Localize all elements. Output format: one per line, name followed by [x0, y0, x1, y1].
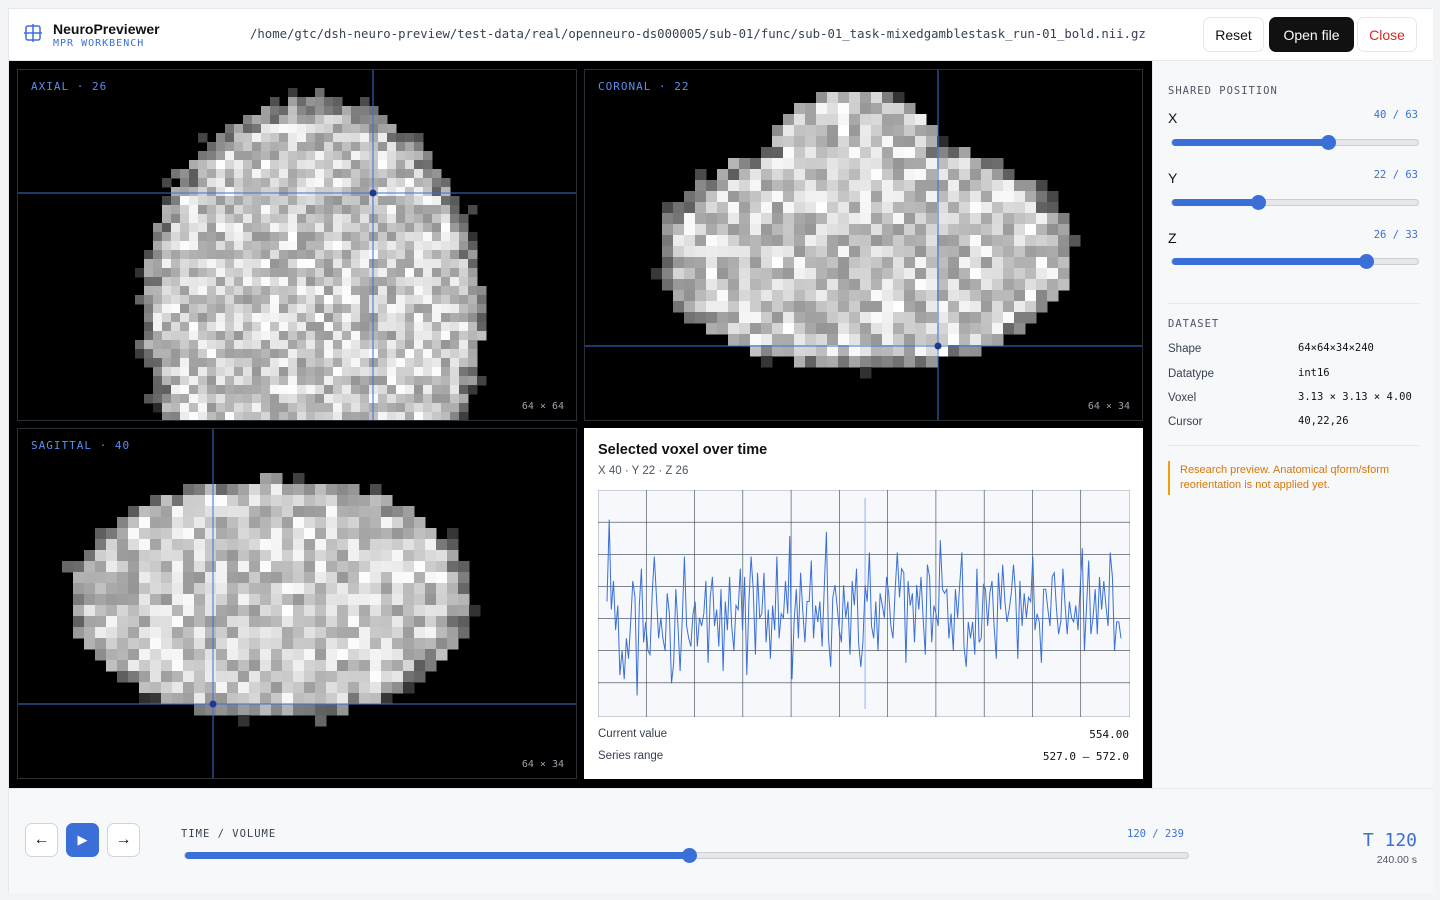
coronal-slice-image[interactable] — [585, 70, 1143, 421]
previous-volume-button[interactable]: ← — [25, 823, 58, 857]
x-slider[interactable] — [1171, 135, 1419, 150]
timeseries-voxel: X 40 · Y 22 · Z 26 — [598, 465, 689, 477]
voxel-value: 3.13 × 3.13 × 4.00 — [1298, 391, 1412, 403]
coronal-label: CORONAL · 22 — [598, 80, 690, 93]
slice-pixels — [62, 473, 481, 727]
z-slider-fill — [1172, 258, 1366, 265]
play-icon: ▶ — [77, 832, 88, 847]
y-slider[interactable] — [1171, 195, 1419, 210]
sagittal-slice-image[interactable] — [18, 429, 577, 779]
play-button[interactable]: ▶ — [66, 823, 99, 857]
research-preview-note: Research preview. Anatomical qform/sform… — [1168, 461, 1408, 495]
slice-pixels — [651, 92, 1081, 379]
grid-logo-icon — [24, 24, 42, 42]
slice-pixels — [135, 88, 487, 420]
mpr-viewer: AXIAL · 26 64 × 64 CORONAL · 22 64 × 34 … — [9, 61, 1152, 788]
time-slider-handle[interactable] — [681, 848, 697, 863]
axial-dims: 64 × 64 — [521, 401, 564, 412]
reset-button[interactable]: Reset — [1203, 17, 1264, 52]
section-divider — [1168, 445, 1419, 446]
time-slider[interactable] — [184, 848, 1189, 863]
sagittal-label: SAGITTAL · 40 — [31, 439, 131, 452]
axial-slice-image[interactable] — [18, 70, 577, 421]
next-volume-button[interactable]: → — [107, 823, 140, 857]
axial-label: AXIAL · 26 — [31, 80, 108, 93]
shape-value: 64×64×34×240 — [1298, 342, 1374, 354]
cursor-label: Cursor — [1168, 416, 1203, 428]
dataset-section-title: DATASET — [1168, 318, 1220, 330]
z-slider-handle[interactable] — [1358, 254, 1374, 269]
y-axis-value: 22 / 63 — [1373, 169, 1418, 181]
timeseries-panel: Selected voxel over time X 40 · Y 22 · Z… — [584, 428, 1143, 779]
datatype-label: Datatype — [1168, 368, 1215, 380]
timeseries-title: Selected voxel over time — [598, 442, 768, 458]
current-timepoint: T 120 — [1362, 830, 1417, 851]
cursor-value: 40,22,26 — [1298, 415, 1349, 427]
voxel-label: Voxel — [1168, 392, 1197, 404]
datatype-value: int16 — [1298, 367, 1330, 379]
coronal-dims: 64 × 34 — [1087, 401, 1130, 412]
arrow-left-icon: ← — [33, 831, 50, 848]
z-axis-label: Z — [1168, 230, 1177, 246]
top-bar: NeuroPreviewer MPR WORKBENCH /home/gtc/d… — [9, 9, 1433, 61]
app-window: NeuroPreviewer MPR WORKBENCH /home/gtc/d… — [8, 8, 1433, 893]
close-button[interactable]: Close — [1357, 17, 1417, 52]
side-panel: SHARED POSITION X 40 / 63 Y 22 / 63 Z 26… — [1152, 61, 1433, 788]
x-axis-label: X — [1168, 110, 1178, 126]
y-slider-fill — [1172, 199, 1258, 206]
sagittal-dims: 64 × 34 — [521, 759, 564, 770]
timeseries-chart — [598, 490, 1130, 717]
axial-view[interactable]: AXIAL · 26 64 × 64 — [17, 69, 577, 421]
coronal-view[interactable]: CORONAL · 22 64 × 34 — [584, 69, 1143, 421]
app-title: NeuroPreviewer — [53, 21, 160, 37]
current-value: 554.00 — [1089, 728, 1129, 741]
section-divider — [1168, 303, 1419, 304]
time-volume-value: 120 / 239 — [1127, 828, 1184, 840]
app-subtitle: MPR WORKBENCH — [53, 38, 145, 49]
time-controls: ← ▶ → TIME / VOLUME 120 / 239 T 120 240.… — [9, 788, 1433, 893]
series-range-row: Series range 527.0 – 572.0 — [598, 750, 1129, 763]
shape-label: Shape — [1168, 343, 1202, 355]
current-value-row: Current value 554.00 — [598, 728, 1129, 741]
series-range-value: 527.0 – 572.0 — [1042, 750, 1129, 763]
crosshair-point — [934, 342, 942, 350]
series-range-label: Series range — [598, 750, 664, 762]
time-volume-label: TIME / VOLUME — [181, 828, 277, 840]
crosshair-point — [209, 700, 217, 708]
z-axis-value: 26 / 33 — [1373, 229, 1418, 241]
x-slider-handle[interactable] — [1321, 135, 1337, 150]
z-slider[interactable] — [1171, 254, 1419, 269]
x-axis-value: 40 / 63 — [1373, 109, 1418, 121]
crosshair-point — [369, 189, 377, 197]
sagittal-view[interactable]: SAGITTAL · 40 64 × 34 — [17, 428, 577, 779]
time-slider-fill — [185, 852, 689, 859]
x-slider-fill — [1172, 139, 1329, 146]
position-section-title: SHARED POSITION — [1168, 85, 1278, 97]
current-value-label: Current value — [598, 728, 668, 740]
y-axis-label: Y — [1168, 170, 1178, 186]
open-file-button[interactable]: Open file — [1269, 17, 1354, 52]
arrow-right-icon: → — [115, 831, 132, 848]
y-slider-handle[interactable] — [1250, 195, 1266, 210]
file-path: /home/gtc/dsh-neuro-preview/test-data/re… — [250, 27, 1146, 41]
current-time-seconds: 240.00 s — [1376, 854, 1417, 866]
